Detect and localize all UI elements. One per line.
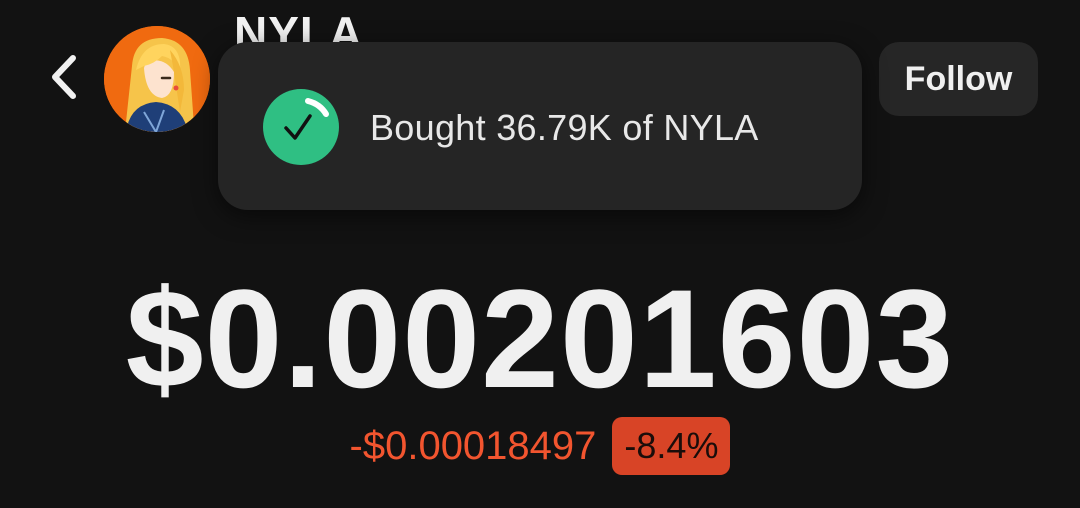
token-price: $0.00201603 — [125, 260, 955, 417]
toast-message: Bought 36.79K of NYLA — [370, 107, 759, 148]
chevron-left-icon — [52, 55, 76, 99]
back-button[interactable] — [36, 44, 92, 110]
price-change-absolute: -$0.00018497 — [349, 424, 597, 468]
token-avatar — [104, 26, 210, 132]
follow-button[interactable]: Follow — [879, 42, 1038, 116]
price-change-row: -$0.00018497 -8.4% — [0, 416, 1080, 476]
price-change-percent-badge: -8.4% — [612, 417, 731, 475]
check-circle-icon — [262, 88, 340, 166]
toast-notification: Bought 36.79K of NYLA — [218, 42, 862, 210]
